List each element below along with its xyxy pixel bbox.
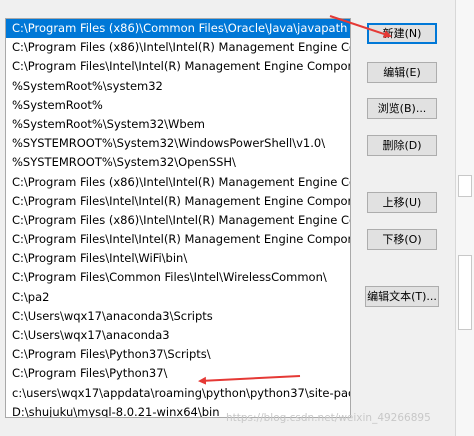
background-field-1: [458, 175, 472, 197]
move-down-button[interactable]: 下移(O): [367, 229, 437, 250]
background-field-2: [458, 255, 472, 330]
list-item[interactable]: %SYSTEMROOT%\System32\OpenSSH\: [6, 153, 350, 172]
new-button[interactable]: 新建(N): [367, 23, 437, 44]
list-item[interactable]: C:\Users\wqx17\anaconda3: [6, 326, 350, 345]
list-item[interactable]: C:\Program Files\Intel\Intel(R) Manageme…: [6, 57, 350, 76]
edit-text-button[interactable]: 编辑文本(T)...: [365, 286, 439, 307]
list-item[interactable]: C:\pa2: [6, 288, 350, 307]
browse-button[interactable]: 浏览(B)...: [367, 98, 437, 119]
list-item[interactable]: %SYSTEMROOT%\System32\WindowsPowerShell\…: [6, 134, 350, 153]
list-item[interactable]: C:\Program Files\Intel\Intel(R) Manageme…: [6, 230, 350, 249]
list-item[interactable]: C:\Program Files (x86)\Intel\Intel(R) Ma…: [6, 38, 350, 57]
list-item[interactable]: C:\Program Files (x86)\Common Files\Orac…: [6, 19, 350, 39]
list-item[interactable]: %SystemRoot%\System32\Wbem: [6, 115, 350, 134]
list-item[interactable]: C:\Program Files (x86)\Intel\Intel(R) Ma…: [6, 211, 350, 230]
watermark-text: https://blog.csdn.net/weixin_49266895: [226, 412, 431, 424]
list-item[interactable]: C:\Program Files\Intel\Intel(R) Manageme…: [6, 192, 350, 211]
delete-button[interactable]: 删除(D): [367, 135, 437, 156]
list-item[interactable]: %SystemRoot%: [6, 96, 350, 115]
list-item[interactable]: c:\users\wqx17\appdata\roaming\python\py…: [6, 384, 350, 403]
list-item[interactable]: C:\Program Files\Intel\WiFi\bin\: [6, 249, 350, 268]
edit-button[interactable]: 编辑(E): [367, 62, 437, 83]
list-item[interactable]: C:\Program Files (x86)\Intel\Intel(R) Ma…: [6, 173, 350, 192]
background-window-edge: [455, 0, 474, 436]
list-item[interactable]: %SystemRoot%\system32: [6, 77, 350, 96]
list-item[interactable]: C:\Program Files\Python37\: [6, 364, 350, 383]
path-list-items: C:\Program Files (x86)\Common Files\Orac…: [6, 19, 350, 417]
list-item[interactable]: C:\Program Files\Common Files\Intel\Wire…: [6, 268, 350, 287]
list-item[interactable]: C:\Program Files\Python37\Scripts\: [6, 345, 350, 364]
move-up-button[interactable]: 上移(U): [367, 192, 437, 213]
path-list[interactable]: C:\Program Files (x86)\Common Files\Orac…: [5, 18, 351, 418]
list-item[interactable]: C:\Users\wqx17\anaconda3\Scripts: [6, 307, 350, 326]
